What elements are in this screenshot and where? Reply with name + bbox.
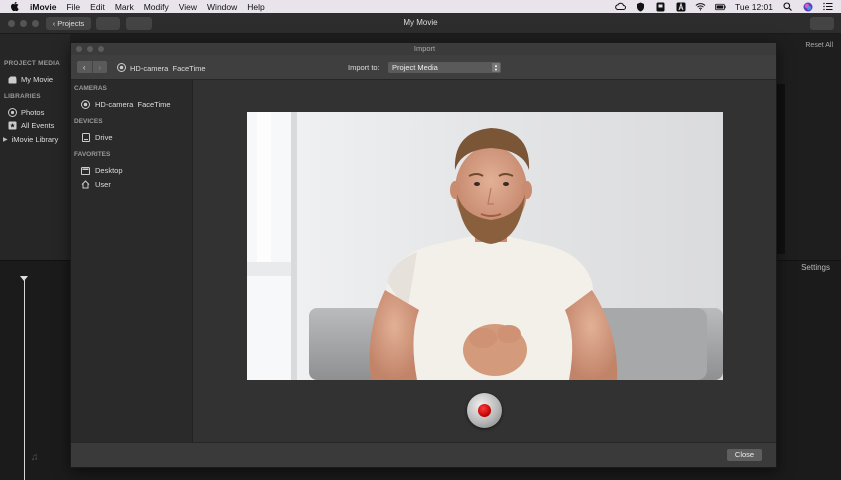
library-item-label: Photos	[21, 108, 45, 117]
select-arrows-icon: ▲ ▼	[492, 63, 500, 72]
record-button[interactable]	[467, 393, 502, 428]
flag-icon[interactable]	[655, 2, 666, 11]
menu-modify[interactable]: Modify	[144, 2, 169, 12]
import-to-label: Import to:	[348, 63, 380, 72]
share-button[interactable]	[810, 17, 834, 30]
library-item-my-movie[interactable]: My Movie	[8, 75, 53, 84]
menu-clock[interactable]: Tue 12:01	[735, 2, 773, 12]
desktop-icon	[81, 166, 90, 175]
window-title: My Movie	[403, 18, 438, 27]
search-icon[interactable]	[782, 2, 793, 11]
a-icon[interactable]	[675, 1, 686, 11]
menu-app-name[interactable]: iMovie	[30, 2, 56, 12]
desktop: iMovie File Edit Mark Modify View Window…	[0, 0, 841, 480]
camera-icon	[81, 100, 90, 109]
wifi-icon[interactable]	[695, 2, 706, 11]
import-dialog-titlebar: Import	[71, 43, 776, 55]
libraries-sidebar: PROJECT MEDIA My Movie LIBRARIES Photos …	[0, 34, 70, 260]
libraries-header: LIBRARIES	[4, 93, 41, 100]
apple-icon[interactable]	[8, 1, 20, 12]
settings-button[interactable]: Settings	[801, 263, 830, 272]
viewer-edge	[777, 84, 785, 254]
library-item-label: All Events	[21, 121, 55, 130]
library-item-label: My Movie	[21, 75, 54, 84]
import-to-value: Project Media	[392, 63, 438, 72]
menu-mark[interactable]: Mark	[115, 2, 134, 12]
close-button[interactable]: Close	[727, 449, 762, 461]
film-icon	[8, 75, 17, 84]
project-media-header: PROJECT MEDIA	[4, 60, 61, 67]
record-icon	[478, 404, 491, 417]
photos-icon	[8, 108, 17, 117]
shield-icon[interactable]	[635, 2, 646, 11]
import-toolbar: ‹ › HD-camera FaceTime Import to: Projec…	[71, 55, 776, 80]
back-forward-buttons: ‹ ›	[77, 61, 107, 73]
devices-header: DEVICES	[74, 118, 103, 125]
star-box-icon	[8, 121, 17, 130]
music-note-icon: ♫	[31, 452, 39, 463]
playhead[interactable]	[24, 278, 25, 480]
list-icon[interactable]	[822, 2, 833, 11]
drive-icon	[81, 133, 90, 142]
window-titlebar: ‹ Projects My Movie	[0, 13, 841, 34]
library-item-label: iMovie Library	[11, 135, 59, 144]
home-icon	[81, 180, 90, 189]
sidebar-item-drive[interactable]: Drive	[81, 133, 113, 142]
forward-button[interactable]: ›	[91, 61, 108, 73]
import-to-select[interactable]: Project Media ▲ ▼	[388, 62, 501, 73]
sidebar-item-hd-camera[interactable]: HD-camera FaceTime	[81, 100, 171, 109]
camera-preview	[247, 112, 723, 380]
menu-window[interactable]: Window	[207, 2, 237, 12]
sidebar-item-label: Desktop	[95, 166, 123, 175]
import-dialog-footer	[71, 442, 776, 467]
menu-file[interactable]: File	[66, 2, 80, 12]
import-sidebar: CAMERAS HD-camera FaceTime DEVICES Drive…	[71, 80, 193, 442]
favorites-header: FAVORITES	[74, 151, 111, 158]
source-label: HD-camera FaceTime	[117, 63, 206, 74]
menu-edit[interactable]: Edit	[90, 2, 105, 12]
source-label-text: HD-camera FaceTime	[130, 64, 206, 73]
cameras-header: CAMERAS	[74, 85, 107, 92]
sidebar-item-user[interactable]: User	[81, 180, 111, 189]
library-item-photos[interactable]: Photos	[8, 108, 44, 117]
camera-icon	[117, 63, 126, 74]
sidebar-item-label: User	[95, 180, 111, 189]
siri-icon[interactable]	[802, 2, 813, 11]
disclosure-triangle-icon[interactable]: ▶	[3, 136, 8, 143]
battery-icon[interactable]	[715, 2, 726, 11]
import-dialog-title: Import	[413, 44, 436, 53]
camera-preview-image	[247, 112, 723, 380]
library-item-all-events[interactable]: All Events	[8, 121, 54, 130]
sidebar-item-desktop[interactable]: Desktop	[81, 166, 123, 175]
menu-bar: iMovie File Edit Mark Modify View Window…	[0, 0, 841, 13]
menu-view[interactable]: View	[179, 2, 197, 12]
import-dialog: Import ‹ › HD-camera FaceTime Import to:…	[70, 42, 777, 468]
sidebar-item-label: HD-camera FaceTime	[95, 100, 171, 109]
cloud-icon[interactable]	[615, 2, 627, 11]
menu-help[interactable]: Help	[247, 2, 264, 12]
status-area: Tue 12:01	[615, 0, 833, 13]
back-button[interactable]: ‹	[77, 61, 92, 73]
reset-all-button[interactable]: Reset All	[805, 42, 833, 49]
library-item-imovie-library[interactable]: ▶ iMovie Library	[3, 135, 58, 144]
sidebar-item-label: Drive	[95, 133, 113, 142]
